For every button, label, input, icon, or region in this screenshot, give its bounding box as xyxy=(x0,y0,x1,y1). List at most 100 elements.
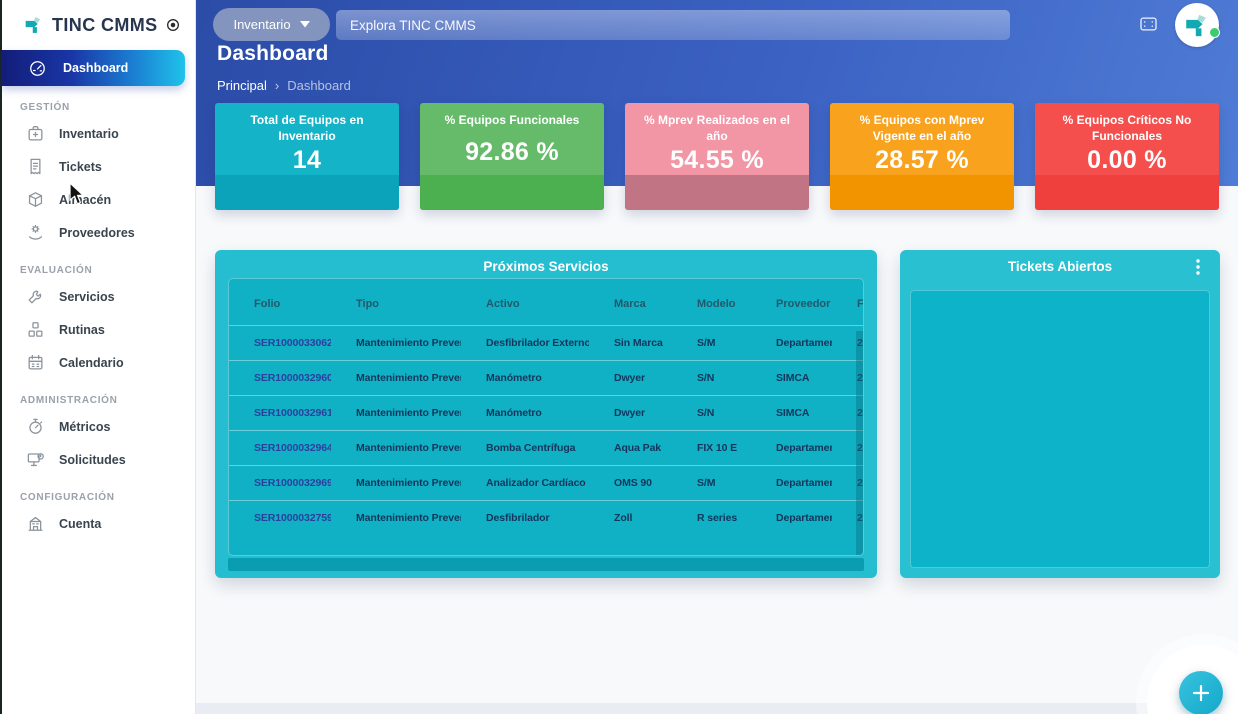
table-cell: Mantenimiento Prevent... xyxy=(331,361,461,396)
section-label: GESTIÓN xyxy=(20,102,195,113)
column-header: Marca xyxy=(589,279,672,326)
sidebar-item-calendario[interactable]: Calendario xyxy=(2,346,195,379)
sidebar-item-proveedores[interactable]: Proveedores xyxy=(2,216,195,249)
fullscreen-icon[interactable] xyxy=(1138,14,1159,34)
sidebar-item-label: Inventario xyxy=(59,127,119,141)
table-cell: Sin Marca xyxy=(589,326,672,361)
sidebar-item-solicitudes[interactable]: Solicitudes xyxy=(2,443,195,476)
table-cell: R series xyxy=(672,501,751,536)
section-label: CONFIGURACIÓN xyxy=(20,492,195,503)
kpi-value: 92.86 % xyxy=(465,129,559,177)
table-cell: Desfibrilador xyxy=(461,501,589,536)
vertical-scrollbar[interactable] xyxy=(856,331,863,555)
folio-link[interactable]: SER10000329609 xyxy=(229,361,331,396)
kpi-card-content: % Equipos Funcionales92.86 % xyxy=(420,103,604,177)
sidebar-item-dashboard[interactable]: Dashboard xyxy=(2,50,185,86)
kpi-label: % Equipos Funcionales xyxy=(437,103,588,129)
table-cell: S/N xyxy=(672,361,751,396)
cuenta-icon xyxy=(26,514,45,533)
table-cell: OMS 90 xyxy=(589,466,672,501)
column-header: Tipo xyxy=(331,279,461,326)
kpi-card: % Equipos Críticos No Funcionales0.00 % xyxy=(1035,103,1219,210)
sidebar-item-servicios[interactable]: Servicios xyxy=(2,280,195,313)
tickets-icon xyxy=(26,157,45,176)
module-selector[interactable]: Inventario xyxy=(213,8,330,41)
kpi-card: % Mprev Realizados en el año54.55 % xyxy=(625,103,809,210)
sidebar-item-label: Rutinas xyxy=(59,323,105,337)
avatar[interactable] xyxy=(1175,3,1219,47)
kpi-card-footer xyxy=(830,175,1014,210)
column-header: Modelo xyxy=(672,279,751,326)
sidebar-item-cuenta[interactable]: Cuenta xyxy=(2,507,195,540)
sidebar-item-label: Tickets xyxy=(59,160,102,174)
table-row[interactable]: SER10000329693Mantenimiento Prevent...An… xyxy=(229,466,864,501)
table-cell: S/N xyxy=(672,396,751,431)
sidebar-item-tickets[interactable]: Tickets xyxy=(2,150,195,183)
horizontal-scrollbar[interactable] xyxy=(228,558,864,571)
kpi-card-footer xyxy=(625,175,809,210)
table-row[interactable]: SER10000327592Mantenimiento Prevent...De… xyxy=(229,501,864,536)
services-table: FolioTipoActivoMarcaModeloProveedorFe SE… xyxy=(229,279,864,535)
search-input[interactable] xyxy=(336,18,1010,33)
sidebar-item-almacen[interactable]: Almacén xyxy=(2,183,195,216)
sidebar-item-metricos[interactable]: Métricos xyxy=(2,410,195,443)
folio-link[interactable]: SER10000329610 xyxy=(229,396,331,431)
table-cell: Bomba Centrífuga xyxy=(461,431,589,466)
kpi-card-footer xyxy=(1035,175,1219,210)
breadcrumb-current: Dashboard xyxy=(287,78,351,93)
app-root: TINC CMMS Dashboard GESTIÓN Inventario Tic… xyxy=(0,0,1238,714)
folio-link[interactable]: SER10000329645 xyxy=(229,431,331,466)
table-cell: Departament... xyxy=(751,326,832,361)
table-row[interactable]: SER10000330627Mantenimiento Prevent...De… xyxy=(229,326,864,361)
table-cell: Departament... xyxy=(751,431,832,466)
radio-toggle-icon[interactable] xyxy=(165,17,181,33)
kpi-value: 28.57 % xyxy=(875,144,969,177)
avatar-logo-icon xyxy=(1184,12,1211,39)
add-button[interactable] xyxy=(1179,671,1223,714)
table-cell: Aqua Pak xyxy=(589,431,672,466)
kpi-card: % Equipos con Mprev Vigente en el año28.… xyxy=(830,103,1014,210)
kpi-card: Total de Equipos en Inventario14 xyxy=(215,103,399,210)
kpi-label: Total de Equipos en Inventario xyxy=(215,103,399,144)
breadcrumb-root[interactable]: Principal xyxy=(217,78,267,93)
folio-link[interactable]: SER10000330627 xyxy=(229,326,331,361)
table-cell: SIMCA xyxy=(751,396,832,431)
kebab-icon[interactable] xyxy=(1190,258,1206,276)
column-header: Folio xyxy=(229,279,331,326)
section-label: ADMINISTRACIÓN xyxy=(20,395,195,406)
kpi-card-footer xyxy=(420,175,604,210)
table-cell: Departament... xyxy=(751,466,832,501)
kpi-row: Total de Equipos en Inventario14 % Equipo… xyxy=(215,103,1219,210)
metricos-icon xyxy=(26,417,45,436)
folio-link[interactable]: SER10000327592 xyxy=(229,501,331,536)
caret-down-icon xyxy=(300,21,310,28)
table-cell: SIMCA xyxy=(751,361,832,396)
kpi-card: % Equipos Funcionales92.86 % xyxy=(420,103,604,210)
folio-link[interactable]: SER10000329693 xyxy=(229,466,331,501)
sidebar-item-label: Solicitudes xyxy=(59,453,126,467)
module-selector-label: Inventario xyxy=(233,17,290,32)
tickets-panel-title: Tickets Abiertos xyxy=(900,250,1220,274)
table-row[interactable]: SER10000329610Mantenimiento Prevent...Ma… xyxy=(229,396,864,431)
services-panel: Próximos Servicios FolioTipoActivoMarcaM… xyxy=(215,250,877,578)
table-cell: Manómetro xyxy=(461,361,589,396)
table-cell: Dwyer xyxy=(589,396,672,431)
column-header: Activo xyxy=(461,279,589,326)
sidebar-item-label: Cuenta xyxy=(59,517,101,531)
sidebar-item-label: Proveedores xyxy=(59,226,135,240)
page-title: Dashboard xyxy=(217,42,329,66)
logo-text: TINC CMMS xyxy=(52,15,165,36)
table-row[interactable]: SER10000329609Mantenimiento Prevent...Ma… xyxy=(229,361,864,396)
table-cell: Manómetro xyxy=(461,396,589,431)
sidebar-item-rutinas[interactable]: Rutinas xyxy=(2,313,195,346)
kpi-card-content: % Mprev Realizados en el año54.55 % xyxy=(625,103,809,177)
table-cell: Mantenimiento Prevent... xyxy=(331,431,461,466)
almacen-icon xyxy=(26,190,45,209)
sidebar-item-inventario[interactable]: Inventario xyxy=(2,117,195,150)
table-row[interactable]: SER10000329645Mantenimiento Prevent...Bo… xyxy=(229,431,864,466)
logo-row: TINC CMMS xyxy=(2,0,195,50)
bottom-strip xyxy=(196,703,1238,714)
table-cell: Zoll xyxy=(589,501,672,536)
sidebar-item-label: Calendario xyxy=(59,356,124,370)
table-header-row: FolioTipoActivoMarcaModeloProveedorFe xyxy=(229,279,864,326)
